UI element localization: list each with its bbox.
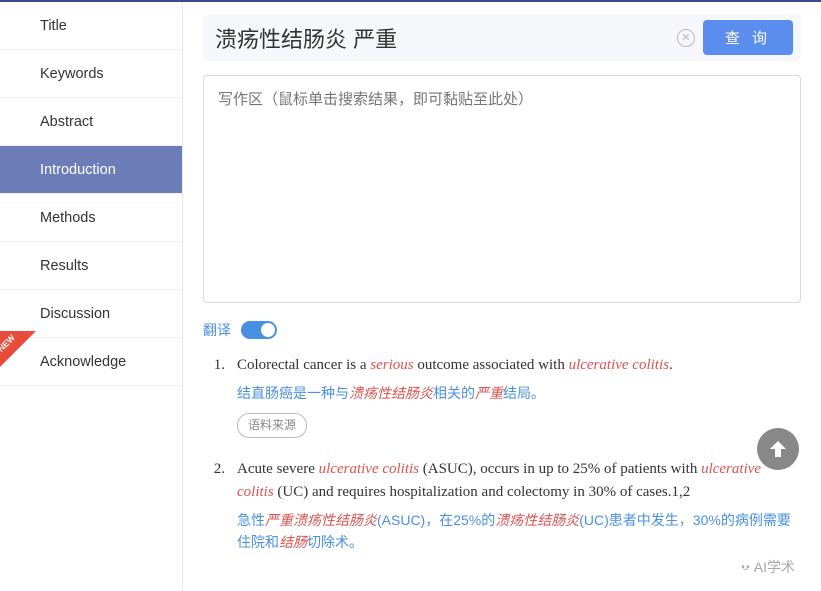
sidebar-item-abstract[interactable]: Abstract <box>0 98 182 146</box>
source-button[interactable]: 语料来源 <box>237 413 307 438</box>
result-english: Acute severe ulcerative colitis (ASUC), … <box>237 458 801 505</box>
toggle-knob <box>261 323 275 337</box>
sidebar-item-results[interactable]: Results <box>0 242 182 290</box>
sidebar-item-keywords[interactable]: Keywords <box>0 50 182 98</box>
search-row: ✕ 查 询 <box>203 14 801 61</box>
writing-area-wrap <box>203 75 801 306</box>
translate-label: 翻译 <box>203 320 231 340</box>
watermark: •ᴗ• AI学术 <box>741 557 795 577</box>
sidebar-item-acknowledge[interactable]: Acknowledge <box>0 338 182 386</box>
clear-icon[interactable]: ✕ <box>677 29 695 47</box>
wechat-icon: •ᴗ• <box>741 562 748 573</box>
main: ✕ 查 询 翻译 1. Colorectal cancer is a seriou… <box>183 2 821 591</box>
result-item[interactable]: 1. Colorectal cancer is a serious outcome… <box>207 354 801 438</box>
search-input[interactable] <box>215 25 669 51</box>
writing-area[interactable] <box>203 75 801 303</box>
sidebar-item-methods[interactable]: Methods <box>0 194 182 242</box>
sidebar-item-discussion[interactable]: Discussion <box>0 290 182 338</box>
results-list: 1. Colorectal cancer is a serious outcome… <box>203 354 801 553</box>
sidebar-item-title[interactable]: Title <box>0 2 182 50</box>
sidebar: TitleKeywordsAbstractIntroductionMethods… <box>0 2 183 591</box>
arrow-up-icon <box>766 437 790 461</box>
scroll-top-button[interactable] <box>757 428 799 470</box>
watermark-text: AI学术 <box>754 557 795 577</box>
result-body: Colorectal cancer is a serious outcome a… <box>237 354 801 438</box>
result-number: 1. <box>207 354 225 438</box>
result-english: Colorectal cancer is a serious outcome a… <box>237 354 801 377</box>
translate-row: 翻译 <box>203 320 801 340</box>
query-button[interactable]: 查 询 <box>703 20 793 55</box>
sidebar-item-introduction[interactable]: Introduction <box>0 146 182 194</box>
result-translation: 结直肠癌是一种与溃疡性结肠炎相关的严重结局。 <box>237 383 801 405</box>
result-item[interactable]: 2. Acute severe ulcerative colitis (ASUC)… <box>207 458 801 554</box>
result-body: Acute severe ulcerative colitis (ASUC), … <box>237 458 801 554</box>
result-translation: 急性严重溃疡性结肠炎(ASUC)，在25%的溃疡性结肠炎(UC)患者中发生，30… <box>237 510 801 553</box>
container: TitleKeywordsAbstractIntroductionMethods… <box>0 2 821 591</box>
translate-toggle[interactable] <box>241 321 277 339</box>
result-number: 2. <box>207 458 225 554</box>
